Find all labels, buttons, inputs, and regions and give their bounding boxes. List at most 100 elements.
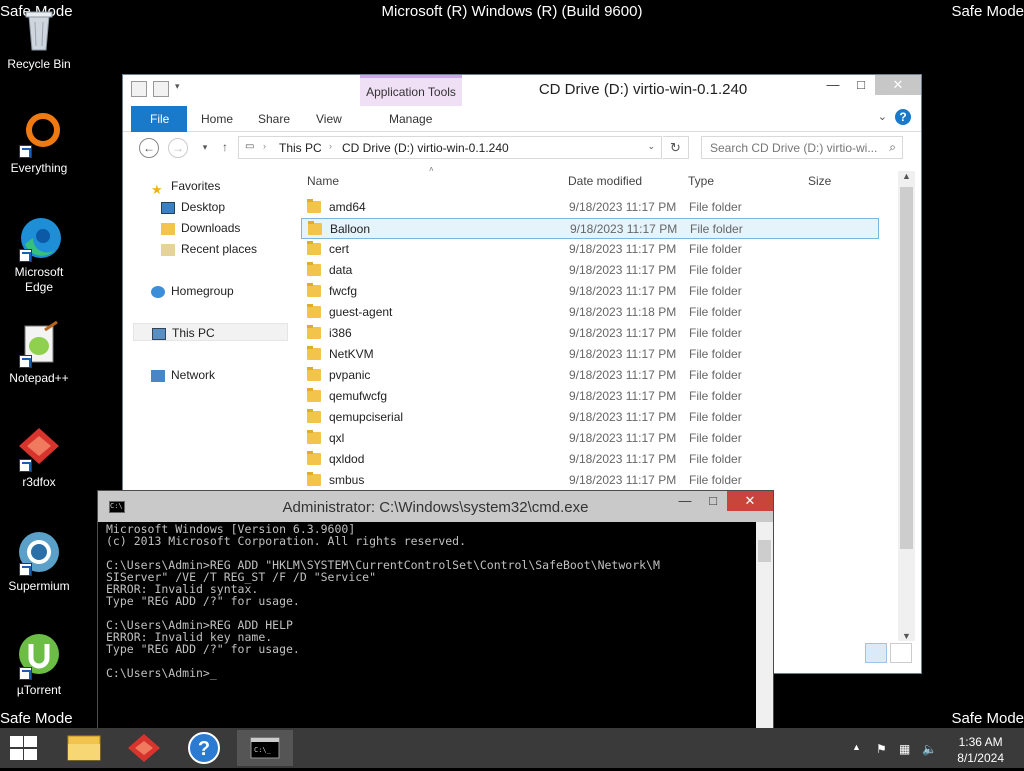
nav-network[interactable]: Network [151,366,215,384]
edge-icon [15,214,63,262]
column-date-modified[interactable]: Date modified [568,174,642,188]
volume-muted-icon[interactable]: 🔈 [922,742,937,756]
desktop-icon-recycle-bin[interactable]: Recycle Bin [0,6,78,72]
desktop-icon-edge[interactable]: Microsoft Edge [0,214,78,295]
nav-recent-places[interactable]: Recent places [161,240,257,258]
file-row[interactable]: fwcfg 9/18/2023 11:17 PM File folder [301,281,879,302]
homegroup-icon [151,285,165,298]
explorer-titlebar[interactable]: ▾ Application Tools CD Drive (D:) virtio… [123,75,921,106]
taskbar-file-explorer[interactable] [56,730,112,766]
taskbar-r3dfox[interactable] [116,730,172,766]
cmd-titlebar[interactable]: C:\ Administrator: C:\Windows\system32\c… [98,491,773,522]
cmd-scrollbar[interactable] [756,522,773,734]
file-row[interactable]: data 9/18/2023 11:17 PM File folder [301,260,879,281]
taskbar: ? C:\_ ▲ ⚑ ▦ 🔈 1:36 AM 8/1/2024 [0,728,1024,768]
file-row[interactable]: cert 9/18/2023 11:17 PM File folder [301,239,879,260]
show-hidden-icons[interactable]: ▲ [852,742,861,752]
nav-this-pc[interactable]: This PC [133,323,288,341]
nav-favorites[interactable]: ★ Favorites [151,177,220,197]
file-row[interactable]: qxl 9/18/2023 11:17 PM File folder [301,428,879,449]
tab-home[interactable]: Home [193,108,241,130]
qat-dropdown-icon[interactable]: ▾ [175,81,191,97]
file-row[interactable]: NetKVM 9/18/2023 11:17 PM File folder [301,344,879,365]
svg-text:?: ? [198,738,210,760]
file-date: 9/18/2023 11:17 PM [569,389,677,403]
scrollbar-thumb[interactable] [900,187,913,549]
breadcrumb-this-pc[interactable]: This PC [279,141,322,155]
expand-ribbon-icon[interactable]: ⌄ [878,110,887,123]
forward-button[interactable]: → [168,138,188,158]
up-button[interactable]: ↑ [215,138,235,158]
nav-downloads[interactable]: Downloads [161,219,240,237]
file-row[interactable]: qemupciserial 9/18/2023 11:17 PM File fold… [301,407,879,428]
cmd-minimize-button[interactable]: — [671,491,699,511]
file-row[interactable]: amd64 9/18/2023 11:17 PM File folder [301,197,879,218]
file-row[interactable]: qemufwcfg 9/18/2023 11:17 PM File folder [301,386,879,407]
file-date: 9/18/2023 11:18 PM [569,305,677,319]
cmd-console-output[interactable]: Microsoft Windows [Version 6.3.9600] (c) … [106,523,746,735]
new-folder-icon[interactable] [153,81,169,97]
scroll-down-icon[interactable]: ▼ [898,631,915,641]
close-button[interactable]: ✕ [875,75,921,95]
scroll-up-icon[interactable]: ▲ [898,171,915,181]
file-list-scrollbar[interactable]: ▲ ▼ [898,171,915,641]
refresh-button[interactable]: ↻ [663,136,689,159]
properties-icon[interactable] [131,81,147,97]
desktop-icon-label: Notepad++ [9,371,69,385]
folder-icon [307,325,321,339]
cmd-maximize-button[interactable]: □ [699,491,727,511]
taskbar-cmd[interactable]: C:\_ [237,730,293,766]
file-row[interactable]: pvpanic 9/18/2023 11:17 PM File folder [301,365,879,386]
desktop-icon-everything[interactable]: Everything [0,110,78,176]
folder-icon [307,451,321,465]
file-date: 9/18/2023 11:17 PM [569,368,677,382]
search-input[interactable]: Search CD Drive (D:) virtio-wi... ⌕ [701,136,903,159]
address-dropdown-icon[interactable]: ⌄ [647,141,655,152]
column-size[interactable]: Size [808,174,831,188]
file-row[interactable]: Balloon 9/18/2023 11:17 PM File folder [301,218,879,239]
back-button[interactable]: ← [139,138,159,158]
help-icon[interactable]: ? [895,109,911,125]
tab-file[interactable]: File [131,106,188,132]
file-row[interactable]: smbus 9/18/2023 11:17 PM File folder [301,470,879,491]
details-view-icon[interactable] [865,643,887,663]
breadcrumb-cd-drive[interactable]: CD Drive (D:) virtio-win-0.1.240 [342,141,509,155]
cmd-scrollbar-thumb[interactable] [758,540,771,562]
cmd-taskbar-icon: C:\_ [250,737,280,759]
file-name: data [329,263,353,277]
clock[interactable]: 1:36 AM 8/1/2024 [957,734,1004,766]
file-type: File folder [689,452,742,466]
file-row[interactable]: guest-agent 9/18/2023 11:18 PM File folder [301,302,879,323]
cmd-window[interactable]: C:\ Administrator: C:\Windows\system32\c… [97,490,774,735]
desktop-icon-notepadpp[interactable]: Notepad++ [0,320,78,386]
recent-locations-icon[interactable]: ▾ [195,138,215,158]
maximize-button[interactable]: □ [847,75,875,95]
taskbar-help[interactable]: ? [176,730,232,766]
tab-share[interactable]: Share [250,108,298,130]
column-type[interactable]: Type [688,174,714,188]
action-center-flag-icon[interactable]: ⚑ [876,742,887,756]
file-row[interactable]: i386 9/18/2023 11:17 PM File folder [301,323,879,344]
tab-view[interactable]: View [308,108,350,130]
file-type: File folder [689,368,742,382]
desktop-icon-utorrent[interactable]: µTorrent [0,632,78,698]
column-name[interactable]: Name [307,174,339,188]
desktop-icon-label: Everything [10,161,68,175]
minimize-button[interactable]: — [819,75,847,95]
folder-icon [307,262,321,276]
start-button[interactable] [8,736,38,760]
desktop-icon-supermium[interactable]: Supermium [0,528,78,594]
file-name: NetKVM [329,347,374,361]
cmd-close-button[interactable]: ✕ [727,491,773,511]
safe-mode-label-bottom-left: Safe Mode [0,710,73,727]
nav-homegroup[interactable]: Homegroup [151,282,234,300]
tab-manage[interactable]: Manage [381,108,440,130]
desktop: Safe Mode Safe Mode Microsoft (R) Window… [0,0,1024,768]
star-icon: ★ [151,181,163,197]
large-icons-view-icon[interactable] [890,643,912,663]
desktop-icon-r3dfox[interactable]: r3dfox [0,424,78,490]
file-row[interactable]: qxldod 9/18/2023 11:17 PM File folder [301,449,879,470]
network-tray-icon[interactable]: ▦ [899,742,910,756]
nav-desktop[interactable]: Desktop [161,198,225,216]
address-bar[interactable]: ▭ › This PC › CD Drive (D:) virtio-win-0… [238,136,662,159]
